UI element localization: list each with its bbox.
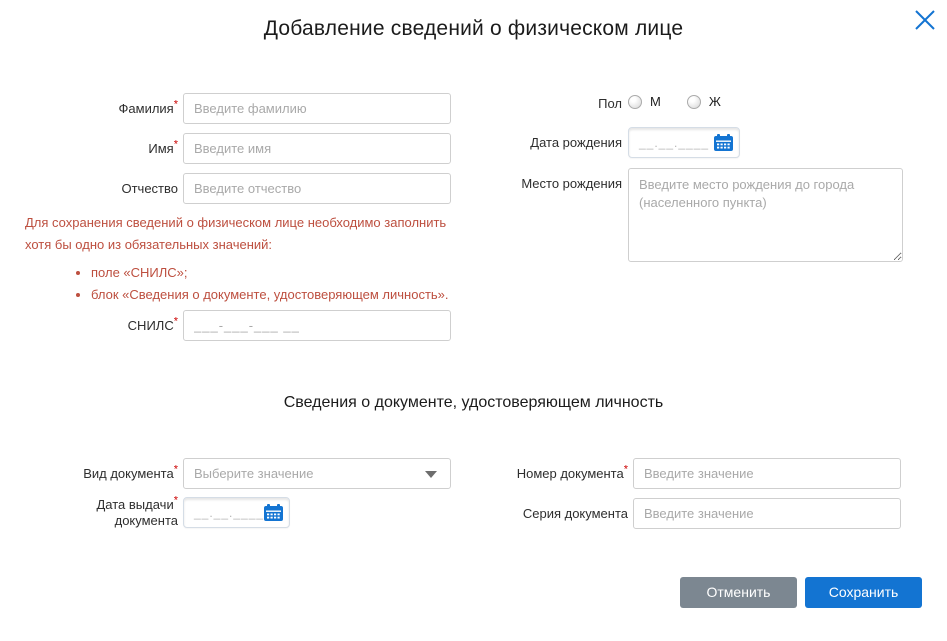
doc-issue-date-label: Дата выдачи* документа bbox=[20, 497, 178, 529]
close-button[interactable] bbox=[911, 6, 939, 34]
birth-place-label: Место рождения bbox=[440, 176, 622, 192]
doc-type-select[interactable]: Выберите значение bbox=[183, 458, 451, 489]
add-person-dialog: Добавление сведений о физическом лице Фа… bbox=[0, 0, 947, 641]
gender-male-label[interactable]: М bbox=[650, 94, 661, 109]
warning-text-line1: Для сохранения сведений о физическом лиц… bbox=[25, 212, 495, 234]
doc-series-input[interactable] bbox=[633, 498, 901, 529]
birth-date-mask: __.__.____ bbox=[639, 136, 709, 150]
surname-input[interactable] bbox=[183, 93, 451, 124]
birth-date-input[interactable]: __.__.____ bbox=[628, 127, 740, 158]
chevron-down-icon bbox=[425, 471, 437, 478]
snils-label: СНИЛС* bbox=[20, 318, 178, 334]
warning-bullet: поле «СНИЛС»; bbox=[91, 262, 495, 284]
required-asterisk: * bbox=[174, 99, 178, 111]
gender-female-radio[interactable] bbox=[687, 95, 701, 109]
birth-place-textarea[interactable] bbox=[628, 168, 903, 262]
calendar-icon[interactable] bbox=[714, 134, 733, 151]
gender-female-label[interactable]: Ж bbox=[709, 94, 721, 109]
calendar-icon[interactable] bbox=[264, 504, 283, 521]
warning-bullet: блок «Сведения о документе, удостоверяющ… bbox=[91, 284, 495, 306]
doc-issue-date-input[interactable]: __.__.____ bbox=[183, 497, 290, 528]
surname-label: Фамилия* bbox=[20, 101, 178, 117]
name-input[interactable] bbox=[183, 133, 451, 164]
required-fields-warning: Для сохранения сведений о физическом лиц… bbox=[25, 212, 495, 306]
doc-type-placeholder: Выберите значение bbox=[194, 466, 313, 481]
save-button[interactable]: Сохранить bbox=[805, 577, 922, 608]
patronymic-label: Отчество bbox=[20, 181, 178, 197]
dialog-title: Добавление сведений о физическом лице bbox=[0, 17, 947, 41]
doc-series-label: Серия документа bbox=[450, 506, 628, 522]
required-asterisk: * bbox=[174, 139, 178, 151]
doc-issue-date-mask: __.__.____ bbox=[194, 506, 264, 520]
patronymic-input[interactable] bbox=[183, 173, 451, 204]
birth-date-label: Дата рождения bbox=[440, 135, 622, 151]
required-asterisk: * bbox=[174, 464, 178, 476]
cancel-button[interactable]: Отменить bbox=[680, 577, 797, 608]
gender-radio-group: М Ж bbox=[628, 94, 739, 109]
required-asterisk: * bbox=[174, 495, 178, 507]
gender-label: Пол bbox=[440, 96, 622, 112]
document-section-title: Сведения о документе, удостоверяющем лич… bbox=[0, 394, 947, 412]
close-icon bbox=[913, 8, 937, 32]
doc-number-input[interactable] bbox=[633, 458, 901, 489]
warning-text-line2: хотя бы одно из обязательных значений: bbox=[25, 234, 495, 256]
doc-number-label: Номер документа* bbox=[450, 466, 628, 482]
required-asterisk: * bbox=[624, 464, 628, 476]
name-label: Имя* bbox=[20, 141, 178, 157]
gender-male-radio[interactable] bbox=[628, 95, 642, 109]
snils-input[interactable] bbox=[183, 310, 451, 341]
warning-bullet-list: поле «СНИЛС»; блок «Сведения о документе… bbox=[25, 262, 495, 306]
required-asterisk: * bbox=[174, 316, 178, 328]
doc-type-label: Вид документа* bbox=[20, 466, 178, 482]
